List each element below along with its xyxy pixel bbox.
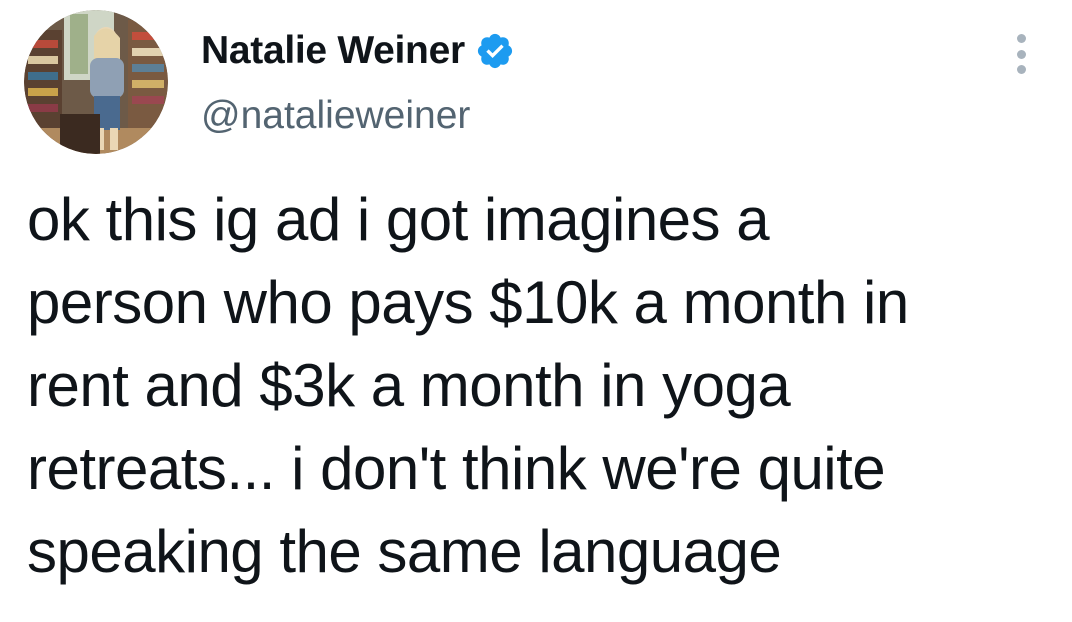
tweet-text-line: speaking the same language <box>27 518 782 585</box>
tweet-text-line: rent and $3k a month in yoga <box>27 352 791 419</box>
more-dot <box>1016 65 1026 74</box>
display-name[interactable]: Natalie Weiner <box>201 29 465 73</box>
author-name-row: Natalie Weiner <box>201 26 515 76</box>
more-dot <box>1016 49 1026 59</box>
avatar[interactable] <box>24 10 168 154</box>
verified-badge-icon <box>475 31 515 71</box>
tweet-text-line: person who pays $10k a month in <box>27 269 909 336</box>
tweet-text: ok this ig ad i got imagines a person wh… <box>27 178 1057 593</box>
tweet-card: Natalie Weiner @natalieweiner ok this ig… <box>0 0 1072 622</box>
username-handle[interactable]: @natalieweiner <box>201 94 470 138</box>
tweet-text-line: retreats... i don't think we're quite <box>27 435 886 502</box>
more-dot <box>1016 34 1026 43</box>
more-options-icon[interactable] <box>1006 34 1036 74</box>
profile-photo-icon <box>24 10 168 154</box>
tweet-text-line: ok this ig ad i got imagines a <box>27 186 770 253</box>
